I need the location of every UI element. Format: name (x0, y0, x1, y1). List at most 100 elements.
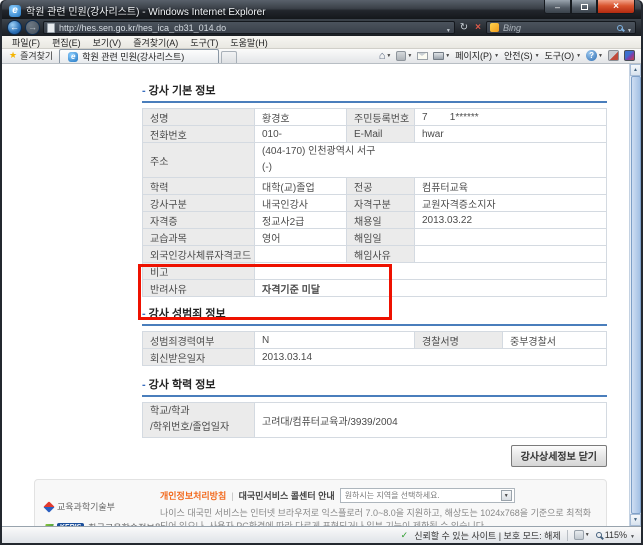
field-value: 컴퓨터교육 (415, 178, 607, 195)
status-separator (567, 530, 568, 541)
table-row: 외국인강사체류자격코드 해임사유 (143, 246, 607, 263)
table-row: 반려사유 자격기준 미달 (143, 280, 607, 297)
menu-help[interactable]: 도움말(H) (224, 36, 273, 49)
maximize-icon (581, 4, 588, 10)
privacy-policy-link[interactable]: 개인정보처리방침 (160, 489, 226, 502)
help-button[interactable]: ? (586, 50, 603, 61)
field-label: 비고 (143, 263, 255, 280)
print-icon (433, 52, 444, 60)
search-box[interactable]: Bing (486, 21, 636, 34)
field-value (415, 246, 607, 263)
table-row: 자격증 정교사2급 채용일 2013.03.22 (143, 212, 607, 229)
keris-badge: KERIS (57, 523, 84, 526)
feeds-button[interactable] (396, 51, 412, 61)
help-icon: ? (586, 50, 597, 61)
menu-favorites[interactable]: 즐겨찾기(A) (127, 36, 184, 49)
refresh-icon: ↻ (460, 22, 468, 33)
tools-menu[interactable]: 도구(O) (545, 49, 582, 62)
title-bar: e 학원 관련 민원(강사리스트) - Windows Internet Exp… (2, 0, 641, 19)
section-dash-icon: - (142, 85, 146, 97)
safety-menu[interactable]: 안전(S) (504, 49, 540, 62)
vertical-scrollbar[interactable]: ▲ ▼ (629, 64, 641, 526)
page-menu[interactable]: 페이지(P) (455, 49, 499, 62)
security-status-text: 신뢰할 수 있는 사이트 | 보호 모드: 해제 (414, 529, 561, 542)
menu-edit[interactable]: 편집(E) (46, 36, 87, 49)
address-dropdown-icon[interactable] (446, 19, 451, 37)
scroll-up-button[interactable]: ▲ (630, 64, 641, 76)
close-detail-button[interactable]: 강사상세정보 닫기 (511, 445, 607, 467)
tab-active[interactable]: e 학원 관련 민원(강사리스트) (59, 49, 219, 63)
menu-tools[interactable]: 도구(T) (184, 36, 224, 49)
home-button[interactable]: ⌂ (379, 51, 392, 61)
bing-icon (490, 23, 499, 32)
menu-view[interactable]: 보기(V) (87, 36, 128, 49)
zoom-page-icon (574, 530, 584, 540)
table-row: 교습과목 영어 해임일 (143, 229, 607, 246)
close-button[interactable]: × (597, 0, 635, 14)
addon-sidebar-icon[interactable] (608, 50, 619, 61)
field-label: 채용일 (347, 212, 415, 229)
new-tab-button[interactable] (221, 51, 237, 63)
read-mail-button[interactable] (417, 52, 428, 60)
home-icon: ⌂ (379, 51, 386, 61)
zoom-menu-button[interactable] (574, 530, 590, 540)
minimize-button[interactable]: – (544, 0, 571, 14)
search-icon[interactable] (617, 25, 623, 31)
zoom-level-button[interactable]: 115% (596, 530, 635, 540)
field-label: 자격구분 (347, 195, 415, 212)
section-crime-title: -강사 성범죄 정보 (142, 305, 607, 326)
tab-title: 학원 관련 민원(강사리스트) (82, 50, 184, 63)
rejection-reason-value: 자격기준 미달 (255, 280, 607, 297)
forward-icon: → (28, 22, 37, 32)
refresh-button[interactable]: ↻ (458, 22, 470, 33)
section-dash-icon: - (142, 308, 146, 320)
table-row: 학력 대학(교)졸업 전공 컴퓨터교육 (143, 178, 607, 195)
table-row: 전화번호 010- E-Mail hwar (143, 126, 607, 143)
url-text[interactable]: http://hes.sen.go.kr/hes_ica_cb31_014.do (59, 23, 442, 33)
page-favicon-icon (47, 23, 55, 33)
field-label: 주민등록번호 (347, 109, 415, 126)
field-label: 회신받은일자 (143, 349, 255, 366)
forward-button[interactable]: → (25, 20, 40, 35)
maximize-button[interactable] (571, 0, 597, 14)
field-label: 학력 (143, 178, 255, 195)
address-bar[interactable]: http://hes.sen.go.kr/hes_ica_cb31_014.do (43, 21, 455, 34)
table-row: 강사구분 내국인강사 자격구분 교원자격증소지자 (143, 195, 607, 212)
field-label: 해임사유 (347, 246, 415, 263)
table-row: 회신받은일자 2013.03.14 (143, 349, 607, 366)
field-label: 해임일 (347, 229, 415, 246)
window-title: 학원 관련 민원(강사리스트) - Windows Internet Explo… (26, 3, 266, 18)
address-line1: (404-170) 인천광역시 서구 (262, 144, 599, 160)
favorites-button[interactable]: ★ 즐겨찾기 (5, 48, 59, 63)
trusted-check-icon: ✓ (401, 530, 409, 541)
crime-info-table: 성범죄경력여부 N 경찰서명 중부경찰서 회신받은일자 2013.03.14 (142, 331, 607, 366)
favorites-label: 즐겨찾기 (20, 49, 53, 62)
window-controls: – × (544, 0, 635, 14)
back-button[interactable]: ← (7, 20, 22, 35)
feeds-icon (396, 51, 406, 61)
field-label: 성범죄경력여부 (143, 332, 255, 349)
region-select[interactable]: 원하시는 지역을 선택하세요. ▼ (340, 488, 515, 503)
field-value: hwar (415, 126, 607, 143)
search-input[interactable]: Bing (503, 23, 613, 33)
ie-logo-icon: e (9, 5, 21, 17)
field-label: 전화번호 (143, 126, 255, 143)
status-bar: ✓ 신뢰할 수 있는 사이트 | 보호 모드: 해제 115% (2, 526, 641, 543)
field-value: 중부경찰서 (503, 332, 607, 349)
search-dropdown-icon[interactable] (627, 19, 632, 37)
field-label: 자격증 (143, 212, 255, 229)
scrollbar-thumb[interactable] (631, 76, 641, 514)
field-value: 2013.03.22 (415, 212, 607, 229)
stop-button[interactable]: × (473, 22, 483, 33)
addon-messenger-icon[interactable] (624, 50, 635, 61)
instructor-detail-content: -강사 기본 정보 성명 황경호 주민등록번호 7 1****** 전화번호 0… (2, 64, 629, 467)
print-button[interactable] (433, 52, 450, 60)
field-value: 정교사2급 (255, 212, 347, 229)
tab-favicon-icon: e (68, 52, 78, 62)
menu-file[interactable]: 파일(F) (6, 36, 46, 49)
field-value (255, 246, 347, 263)
field-label: E-Mail (347, 126, 415, 143)
table-row: 성명 황경호 주민등록번호 7 1****** (143, 109, 607, 126)
select-arrow-icon[interactable]: ▼ (501, 490, 512, 501)
scroll-down-button[interactable]: ▼ (630, 514, 641, 526)
